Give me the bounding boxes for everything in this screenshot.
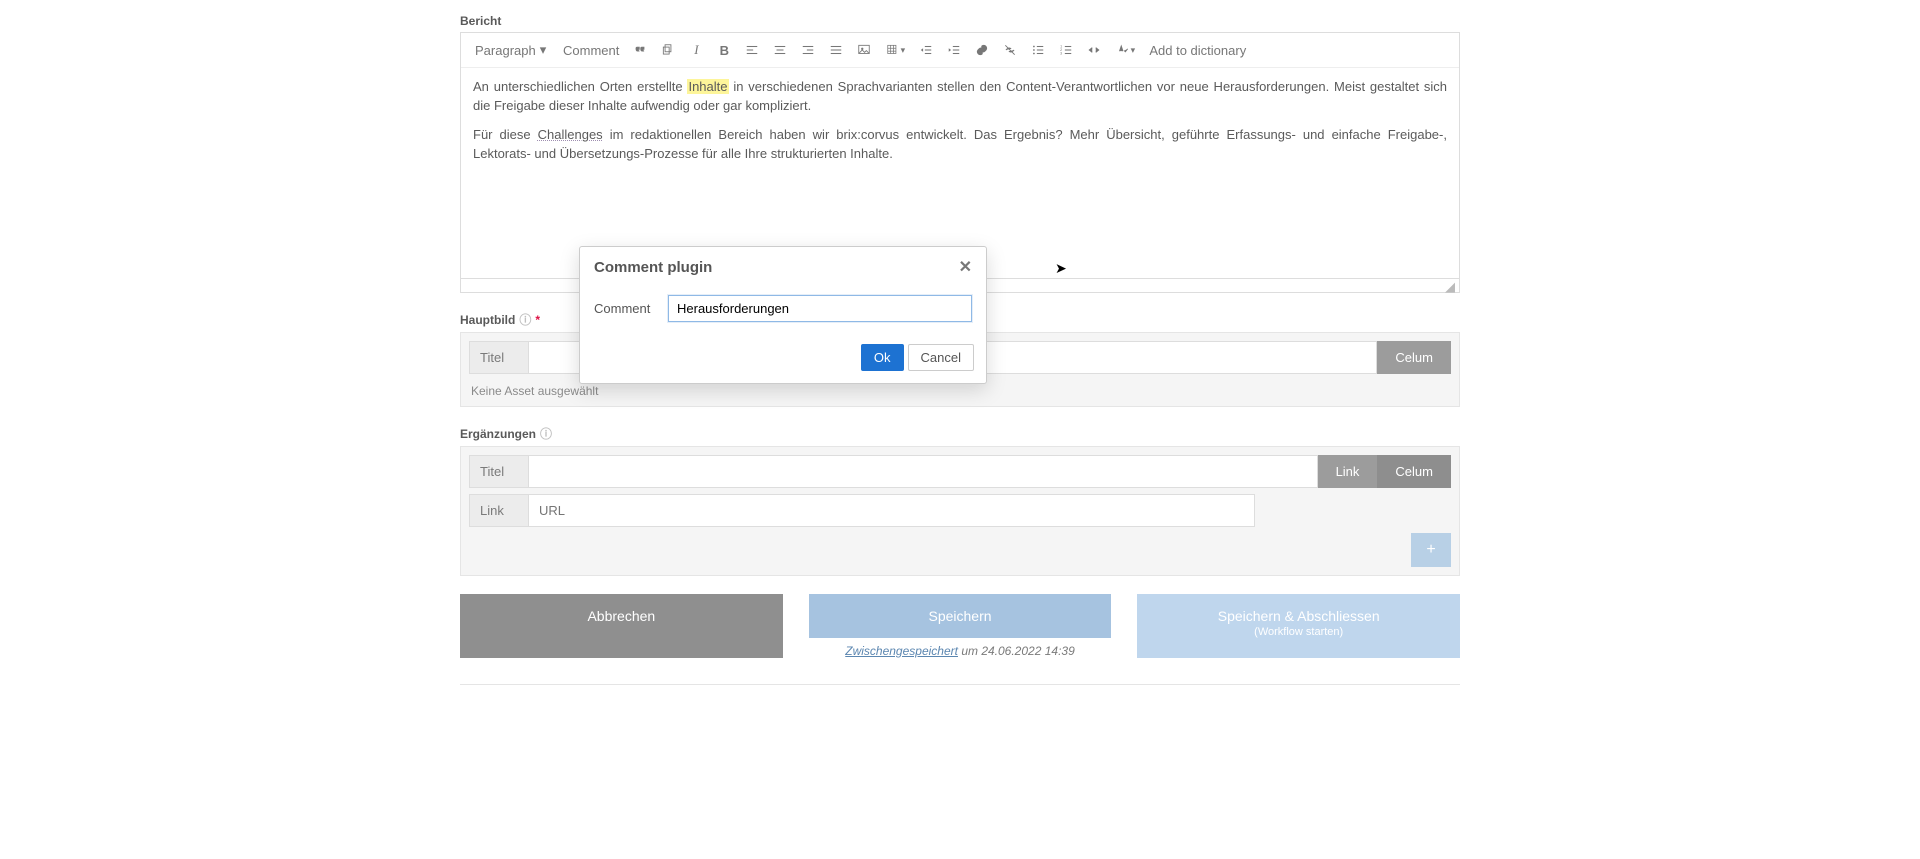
comment-plugin-modal: Comment plugin ✕ Comment Ok Cancel bbox=[579, 246, 987, 384]
table-icon[interactable]: ▾ bbox=[881, 39, 909, 61]
indent-icon[interactable] bbox=[943, 39, 965, 61]
divider bbox=[460, 684, 1460, 685]
text-fragment: Für diese bbox=[473, 127, 538, 142]
bericht-label-text: Bericht bbox=[460, 14, 501, 28]
ergaenzungen-label: Ergänzungen ⓘ bbox=[460, 425, 1460, 442]
link-input-wrap bbox=[529, 494, 1255, 527]
comment-button[interactable]: Comment bbox=[559, 41, 623, 60]
code-icon[interactable] bbox=[1083, 39, 1105, 61]
ergaenzungen-panel: Titel Link Celum Link + bbox=[460, 446, 1460, 576]
unlink-icon[interactable] bbox=[999, 39, 1021, 61]
add-ergaenzung-button[interactable]: + bbox=[1411, 533, 1451, 567]
titel-input-wrap bbox=[529, 455, 1318, 488]
erg-link-row: Link bbox=[469, 494, 1255, 527]
hauptbild-label-text: Hauptbild bbox=[460, 313, 515, 327]
highlighted-text: Inhalte bbox=[687, 79, 728, 94]
modal-footer: Ok Cancel bbox=[580, 336, 986, 383]
celum-button[interactable]: Celum bbox=[1377, 341, 1451, 374]
editor-toolbar: Paragraph ▾ Comment I B ▾ 123 ▾ Add to d… bbox=[461, 33, 1459, 68]
text-fragment: An unterschiedlichen Orten erstellte bbox=[473, 79, 687, 94]
cancel-button[interactable]: Abbrechen bbox=[460, 594, 783, 658]
link-label: Link bbox=[469, 494, 529, 527]
ok-button[interactable]: Ok bbox=[861, 344, 904, 371]
info-icon: ⓘ bbox=[540, 425, 552, 442]
editor-paragraph: Für diese Challenges im redaktionellen B… bbox=[473, 126, 1447, 164]
ergaenzungen-label-text: Ergänzungen bbox=[460, 427, 536, 441]
autosave-timestamp: um 24.06.2022 14:39 bbox=[958, 644, 1075, 658]
link-icon[interactable] bbox=[971, 39, 993, 61]
quote-icon[interactable] bbox=[629, 39, 651, 61]
action-bar: Abbrechen Speichern Zwischengespeichert … bbox=[460, 594, 1460, 658]
erg-titel-input[interactable] bbox=[529, 456, 1317, 487]
svg-text:3: 3 bbox=[1061, 52, 1063, 56]
save-close-button[interactable]: Speichern & Abschliessen (Workflow start… bbox=[1137, 594, 1460, 658]
link-button[interactable]: Link bbox=[1318, 455, 1378, 488]
unordered-list-icon[interactable] bbox=[1027, 39, 1049, 61]
titel-label: Titel bbox=[469, 455, 529, 488]
align-right-icon[interactable] bbox=[797, 39, 819, 61]
align-center-icon[interactable] bbox=[769, 39, 791, 61]
text-fragment: im redaktionellen Bereich haben wir brix… bbox=[473, 127, 1447, 161]
titel-label: Titel bbox=[469, 341, 529, 374]
block-format-label: Paragraph bbox=[475, 43, 536, 58]
align-left-icon[interactable] bbox=[741, 39, 763, 61]
erg-titel-row: Titel Link Celum bbox=[469, 455, 1451, 488]
save-close-sublabel: (Workflow starten) bbox=[1147, 626, 1450, 638]
modal-title: Comment plugin bbox=[594, 259, 712, 276]
info-icon: ⓘ bbox=[519, 311, 531, 328]
editor-paragraph: An unterschiedlichen Orten erstellte Inh… bbox=[473, 78, 1447, 116]
image-icon[interactable] bbox=[853, 39, 875, 61]
spellcheck-word: Challenges bbox=[538, 127, 603, 142]
comment-field-label: Comment bbox=[594, 301, 656, 316]
comment-input[interactable] bbox=[668, 295, 972, 322]
close-icon[interactable]: ✕ bbox=[959, 257, 972, 277]
italic-icon[interactable]: I bbox=[685, 39, 707, 61]
cancel-button[interactable]: Cancel bbox=[908, 344, 974, 371]
add-dictionary-button[interactable]: Add to dictionary bbox=[1145, 41, 1250, 60]
bold-icon[interactable]: B bbox=[713, 39, 735, 61]
block-format-select[interactable]: Paragraph ▾ bbox=[469, 40, 553, 60]
save-close-label: Speichern & Abschliessen bbox=[1218, 608, 1380, 624]
celum-button[interactable]: Celum bbox=[1377, 455, 1451, 488]
modal-body: Comment bbox=[580, 287, 986, 336]
copy-icon[interactable] bbox=[657, 39, 679, 61]
ordered-list-icon[interactable]: 123 bbox=[1055, 39, 1077, 61]
modal-header: Comment plugin ✕ bbox=[580, 247, 986, 287]
erg-link-input[interactable] bbox=[529, 495, 1254, 526]
autosave-info: Zwischengespeichert um 24.06.2022 14:39 bbox=[809, 644, 1112, 658]
autosave-link[interactable]: Zwischengespeichert bbox=[845, 644, 958, 658]
outdent-icon[interactable] bbox=[915, 39, 937, 61]
save-button[interactable]: Speichern bbox=[809, 594, 1112, 638]
required-star: * bbox=[535, 313, 540, 327]
chevron-down-icon: ▾ bbox=[540, 42, 547, 58]
bericht-label: Bericht bbox=[460, 14, 1460, 28]
align-justify-icon[interactable] bbox=[825, 39, 847, 61]
spellcheck-icon[interactable]: ▾ bbox=[1111, 39, 1139, 61]
